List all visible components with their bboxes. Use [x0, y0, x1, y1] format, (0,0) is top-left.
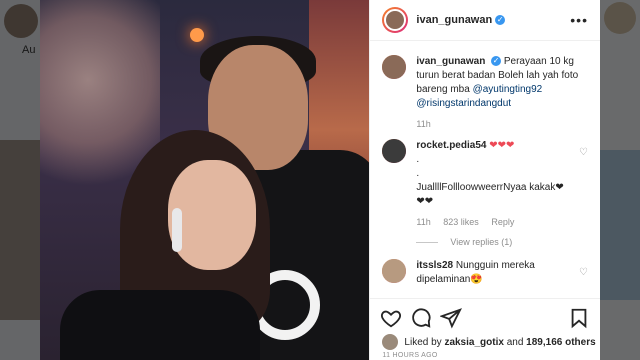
comment-icon[interactable] — [410, 307, 432, 329]
more-options-icon[interactable]: ••• — [570, 12, 588, 28]
author-username[interactable]: ivan_gunawan — [416, 14, 492, 26]
caption-username[interactable]: ivan_gunawan — [416, 56, 485, 67]
like-comment-icon[interactable]: ♡ — [579, 267, 588, 287]
mention-link[interactable]: @risingstarindangdut — [416, 98, 511, 109]
comment: rocket.pedia54 ❤❤❤ . . JuallllFollloowwe… — [382, 139, 588, 229]
comment-text: JuallllFollloowweerrNyaa kakak❤ — [416, 182, 564, 193]
reply-button[interactable]: Reply — [491, 217, 514, 227]
comment-time: 11h — [416, 217, 431, 227]
comment-username[interactable]: rocket.pedia54 — [416, 140, 486, 151]
comment-text: . — [416, 168, 420, 179]
caption-time: 11h — [416, 119, 431, 129]
post-sidebar: ivan_gunawan ✓ ••• ivan_gunawan ✓ Peraya… — [369, 0, 600, 360]
mention-link[interactable]: @ayutingting92 — [473, 84, 543, 95]
comment-likes[interactable]: 823 likes — [443, 217, 479, 227]
liker-avatar[interactable] — [382, 334, 399, 350]
comment-avatar[interactable] — [382, 139, 407, 163]
action-bar — [370, 298, 600, 336]
like-comment-icon[interactable]: ♡ — [579, 147, 588, 229]
comment-hearts: ❤❤❤ — [489, 140, 515, 151]
comment-username[interactable]: itssls28 — [416, 260, 453, 271]
verified-badge-icon: ✓ — [491, 56, 502, 67]
verified-badge-icon: ✓ — [495, 15, 506, 25]
bookmark-icon[interactable] — [568, 307, 590, 329]
author-avatar[interactable] — [382, 7, 409, 33]
comment-emoji: 😍 — [470, 274, 483, 285]
caption: ivan_gunawan ✓ Perayaan 10 kg turun bera… — [382, 55, 588, 131]
likes-and: and — [506, 336, 524, 348]
comments-list[interactable]: ivan_gunawan ✓ Perayaan 10 kg turun bera… — [370, 41, 600, 298]
caption-avatar[interactable] — [382, 55, 407, 79]
post-header: ivan_gunawan ✓ ••• — [370, 0, 600, 41]
comment: itssls28 Nungguin mereka dipelaminan😍 ♡ — [382, 259, 588, 287]
likes-summary: Liked by zaksia_gotix and 189,166 others — [382, 334, 596, 350]
heart-icon[interactable] — [380, 307, 402, 329]
likes-prefix: Liked by — [404, 336, 442, 348]
post-timestamp: 11 HOURS AGO — [382, 352, 438, 359]
liker-username[interactable]: zaksia_gotix — [444, 337, 503, 348]
view-replies-label: View replies (1) — [450, 237, 513, 247]
likes-count[interactable]: 189,166 others — [526, 337, 596, 348]
view-replies-button[interactable]: View replies (1) — [416, 237, 588, 247]
share-icon[interactable] — [440, 307, 463, 329]
comment-avatar[interactable] — [382, 259, 407, 283]
post-modal: ivan_gunawan ✓ ••• ivan_gunawan ✓ Peraya… — [40, 0, 600, 360]
post-photo[interactable] — [40, 0, 370, 360]
comment-text: ❤❤ — [416, 196, 434, 207]
comment-text: . — [416, 154, 420, 165]
